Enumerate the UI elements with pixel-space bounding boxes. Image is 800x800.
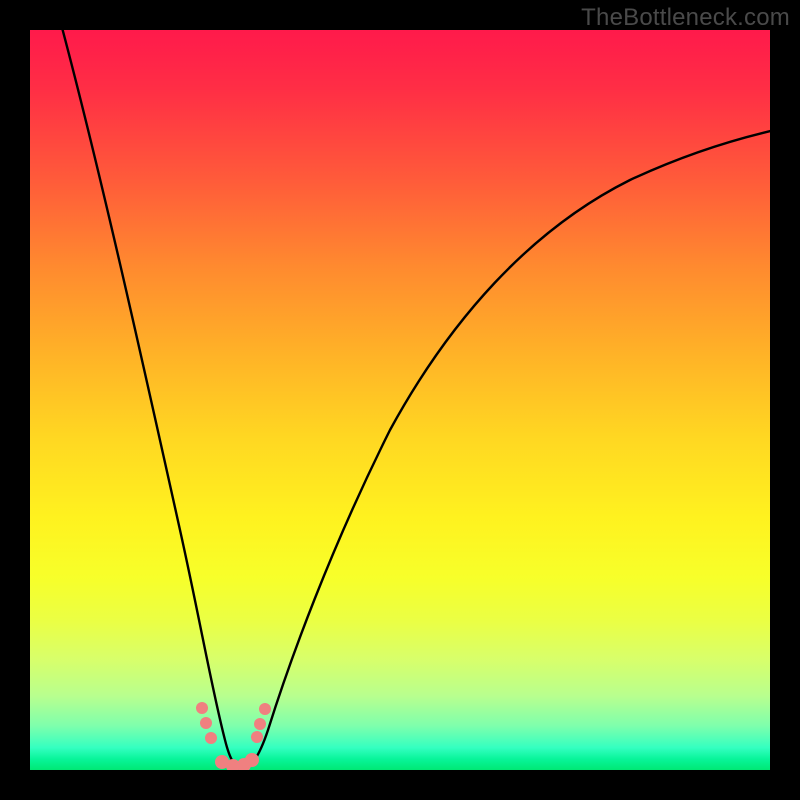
chart-frame: TheBottleneck.com bbox=[0, 0, 800, 800]
curve-marker bbox=[205, 732, 217, 744]
plot-area bbox=[30, 30, 770, 770]
curve-marker bbox=[200, 717, 212, 729]
curve-marker bbox=[245, 753, 259, 767]
watermark-text: TheBottleneck.com bbox=[581, 4, 790, 32]
curve-path bbox=[60, 30, 770, 768]
curve-marker bbox=[196, 702, 208, 714]
curve-marker bbox=[254, 718, 266, 730]
curve-marker bbox=[259, 703, 271, 715]
curve-marker bbox=[251, 731, 263, 743]
marker-group bbox=[196, 702, 271, 770]
bottleneck-curve bbox=[30, 30, 770, 770]
